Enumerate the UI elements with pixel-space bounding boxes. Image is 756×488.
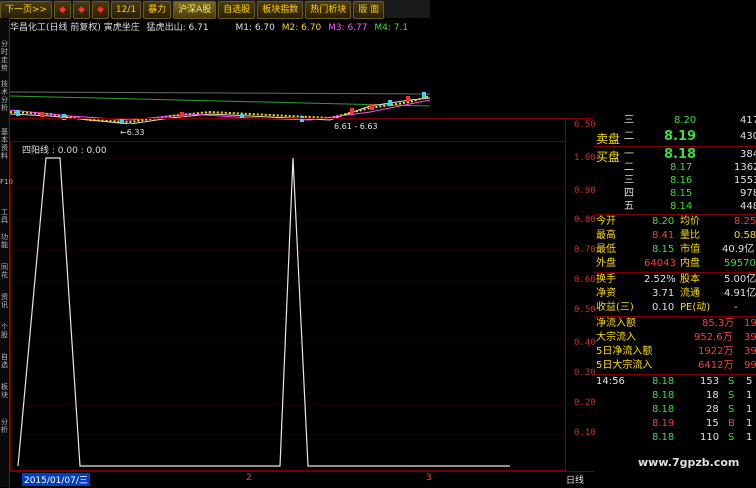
- tick-row: 8.19 15 B 1: [652, 418, 753, 429]
- buy-level-1: 一 8.18 384: [624, 147, 756, 162]
- buy-level-2: 二 8.17 1362: [624, 162, 756, 173]
- ma-line-green: [9, 95, 431, 107]
- top-toolbar: 下一页>> ◆ ◆ ◆ 12/1 暴力 沪深A股 自选股 板块指数 热门析块 版…: [0, 0, 430, 19]
- period-label[interactable]: 日线: [566, 473, 584, 486]
- upper-divider: [10, 118, 594, 119]
- axis-label-5: 0.60: [574, 275, 596, 285]
- watermark: www.7gpzb.com: [638, 456, 740, 469]
- left-tab-self[interactable]: 自选: [0, 353, 9, 369]
- flow-block-5d: 5日大宗流入 6412万 99: [596, 360, 756, 371]
- left-tab-intraday[interactable]: 分时走势: [0, 40, 9, 72]
- stat-low: 最低 8.15 市值 40.9亿: [596, 244, 755, 255]
- axis-label-4: 0.70: [574, 245, 596, 255]
- tick-row: 14:56 8.18 153 S 5: [596, 376, 753, 387]
- toolbar-button-2[interactable]: ◆: [73, 1, 90, 19]
- axis-label-1: 1.00: [574, 153, 596, 163]
- candlestick-svg: [9, 91, 431, 125]
- stat-open: 今开 8.20 均价 8.25: [596, 216, 756, 227]
- date-tick-3: 3: [426, 473, 432, 483]
- tick-row: 8.18 18 S 1: [652, 390, 753, 401]
- chart-header: 华昌化工(日线 前复权) 寅虎坐庄 猛虎出山: 6.71 M1: 6.70 M2…: [10, 20, 430, 33]
- left-tab-f10[interactable]: F10: [0, 178, 13, 186]
- axis-label-2: 0.90: [574, 186, 596, 196]
- left-tab-sector[interactable]: 板块: [0, 383, 9, 399]
- buy-level-4: 四 8.15 978: [624, 188, 756, 199]
- price-axis-label: 6.50: [574, 120, 596, 130]
- stat-netasset: 净资 3.71 流通 4.91亿: [596, 288, 756, 299]
- tick-row: 8.18 28 S 1: [652, 404, 753, 415]
- indicator-value: 猛虎出山: 6.71: [146, 23, 209, 33]
- toolbar-button-sector-index[interactable]: 板块指数: [257, 1, 304, 19]
- next-page-button[interactable]: 下一页>>: [0, 1, 53, 19]
- ma-m1: M1: 6.70: [235, 23, 275, 33]
- ma-line-white: [9, 97, 431, 125]
- price-chart[interactable]: [9, 34, 431, 125]
- toolbar-button-baoli[interactable]: 暴力: [143, 1, 172, 19]
- buy-level-5: 五 8.14 448: [624, 201, 756, 212]
- flow-block: 大宗流入 952.6万 39: [596, 332, 756, 343]
- toolbar-button-1[interactable]: ◆: [54, 1, 72, 19]
- toolbar-button-layout[interactable]: 版 面: [353, 1, 385, 19]
- range-annotation: 6.61 - 6.63: [334, 122, 378, 131]
- axis-label-9: 0.20: [574, 398, 596, 408]
- stat-outer: 外盘 64043 内盘 59570: [596, 258, 756, 269]
- stat-high: 最高 8.41 量比 0.58: [596, 230, 756, 241]
- left-tab-tonghua[interactable]: 同花: [0, 263, 9, 279]
- left-tab-bar: 分时走势 技术分析 基本资料 F10 工具 功能 同花 资讯 个股 自选 板块 …: [0, 18, 13, 487]
- toolbar-button-12-1[interactable]: 12/1: [110, 1, 142, 19]
- ma-m2: M2: 6.70: [281, 23, 322, 33]
- left-tab-functions[interactable]: 功能: [0, 233, 9, 249]
- flow-net-5d: 5日净流入额 1922万 39: [596, 346, 756, 357]
- toolbar-button-hushen[interactable]: 沪深A股: [173, 1, 217, 19]
- sell-level-2: 二 8.19 430: [624, 129, 756, 144]
- axis-label-10: 0.10: [574, 428, 596, 438]
- ma-line-gray: [9, 91, 431, 95]
- left-tab-tools[interactable]: 工具: [0, 208, 9, 224]
- buy-level-3: 三 8.16 1553: [624, 175, 756, 186]
- tick-row: 8.18 110 S 1: [652, 432, 753, 443]
- left-tab-technical[interactable]: 技术分析: [0, 80, 9, 112]
- low-annotation: ←6.33: [120, 128, 145, 137]
- current-date: 2015/01/07/三: [22, 473, 90, 486]
- toolbar-button-3[interactable]: ◆: [91, 1, 109, 19]
- indicator-grid: [10, 157, 566, 436]
- indicator-svg: [10, 157, 566, 467]
- axis-label-8: 0.30: [574, 368, 596, 378]
- left-tab-basics[interactable]: 基本资料: [0, 128, 9, 160]
- stock-title: 华昌化工(日线 前复权) 寅虎坐庄: [10, 23, 140, 33]
- quote-panel: 三 8.20 417 卖盘 二 8.19 430 买盘 一 8.18 384 二…: [594, 110, 756, 487]
- date-bar: 2015/01/07/三 2 3 日线: [10, 471, 594, 488]
- ma-line-magenta: [9, 99, 431, 121]
- date-tick-2: 2: [246, 473, 252, 483]
- left-tab-news[interactable]: 资讯: [0, 293, 9, 309]
- sell-level-3: 三 8.20 417: [624, 115, 756, 126]
- stat-eps: 收益(三) 0.10 PE(动) -: [596, 302, 738, 313]
- flow-net: 净流入额 85.3万 19: [596, 318, 756, 329]
- stat-turnover: 换手 2.52% 股本 5.00亿: [596, 274, 756, 285]
- left-tab-analysis[interactable]: 分析: [0, 418, 9, 434]
- axis-label-6: 0.50: [574, 305, 596, 315]
- toolbar-button-hot-sector[interactable]: 热门析块: [305, 1, 352, 19]
- left-tab-stock[interactable]: 个股: [0, 323, 9, 339]
- ma-m4: M4: 7.1: [374, 23, 409, 33]
- ma-m3: M3: 6.77: [328, 23, 368, 33]
- axis-label-7: 0.40: [574, 338, 596, 348]
- toolbar-button-watchlist[interactable]: 自选股: [218, 1, 256, 19]
- axis-label-3: 0.80: [574, 215, 596, 225]
